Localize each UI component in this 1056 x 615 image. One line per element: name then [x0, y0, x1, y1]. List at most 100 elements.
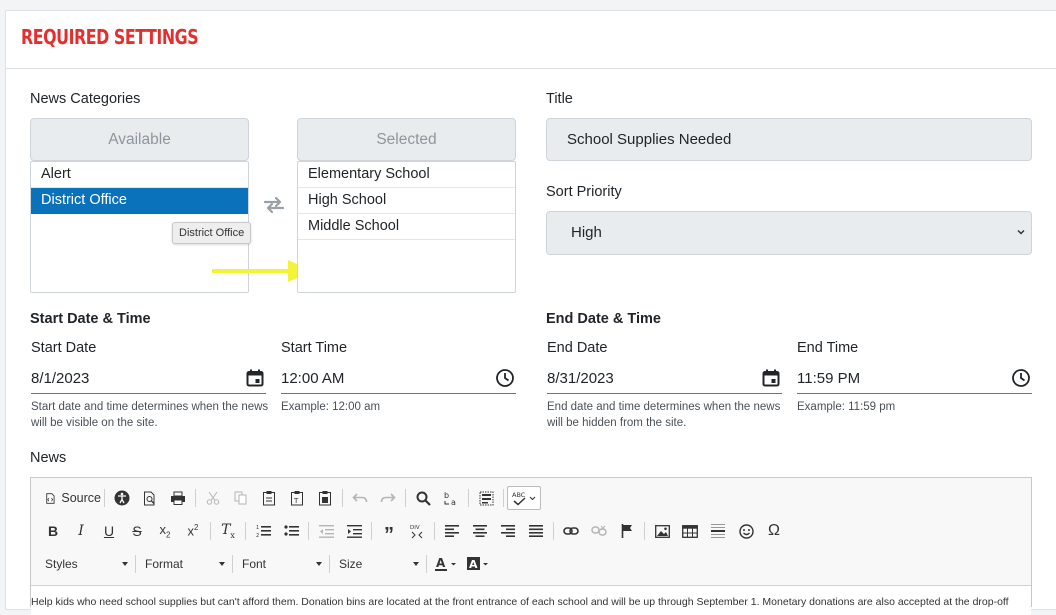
end-date-value: 8/31/2023	[547, 370, 614, 387]
print-button[interactable]	[164, 486, 192, 510]
item-tooltip: District Office	[172, 222, 252, 244]
copy-button[interactable]	[227, 486, 255, 510]
preview-button[interactable]	[136, 486, 164, 510]
bold-icon: B	[47, 523, 59, 539]
start-time-value: 12:00 AM	[281, 370, 345, 387]
select-all-icon	[479, 491, 493, 505]
bold-button[interactable]: B	[39, 519, 67, 543]
start-time-example: Example: 12:00 am	[281, 401, 381, 413]
sort-priority-select[interactable]: High	[546, 211, 1032, 255]
bullet-list-button[interactable]	[277, 519, 305, 543]
special-char-button[interactable]: Ω	[760, 519, 788, 543]
smiley-icon	[738, 523, 754, 539]
font-label: Font	[242, 557, 267, 571]
image-button[interactable]	[648, 519, 676, 543]
svg-text:T: T	[293, 497, 299, 505]
align-left-button[interactable]	[438, 519, 466, 543]
title-input[interactable]: School Supplies Needed	[546, 118, 1032, 161]
start-date-label: Start Date	[31, 340, 97, 356]
italic-button[interactable]: I	[67, 519, 95, 543]
selected-item-middle[interactable]: Middle School	[298, 214, 515, 240]
align-right-button[interactable]	[494, 519, 522, 543]
align-justify-icon	[529, 525, 543, 537]
start-time-input[interactable]: 12:00 AM	[281, 366, 516, 394]
size-label: Size	[339, 557, 363, 571]
align-center-button[interactable]	[466, 519, 494, 543]
selected-listbox[interactable]: Elementary School High School Middle Sch…	[297, 161, 516, 293]
start-date-input[interactable]: 8/1/2023	[31, 366, 266, 394]
styles-combo[interactable]: Styles	[39, 553, 132, 575]
chevron-down-icon	[1017, 229, 1025, 235]
remove-format-button[interactable]: Tx	[214, 519, 242, 543]
font-combo[interactable]: Font	[236, 553, 326, 575]
link-button[interactable]	[557, 519, 585, 543]
justify-button[interactable]	[522, 519, 550, 543]
selected-item-high[interactable]: High School	[298, 188, 515, 214]
horizontal-rule-button[interactable]	[704, 519, 732, 543]
swap-arrows-icon[interactable]	[262, 196, 286, 214]
table-button[interactable]	[676, 519, 704, 543]
table-icon	[682, 524, 698, 538]
underline-button[interactable]: U	[95, 519, 123, 543]
blockquote-button[interactable]: ”	[375, 519, 403, 546]
select-all-button[interactable]	[472, 486, 500, 510]
end-date-input[interactable]: 8/31/2023	[547, 366, 782, 394]
indent-icon	[346, 525, 362, 538]
spellcheck-button[interactable]: ABC	[507, 486, 541, 510]
format-combo[interactable]: Format	[139, 553, 229, 575]
search-icon	[416, 491, 431, 506]
undo-button[interactable]	[346, 486, 374, 510]
paste-word-button[interactable]	[311, 486, 339, 510]
accessibility-button[interactable]	[108, 486, 136, 510]
title-label: Title	[546, 91, 573, 107]
anchor-button[interactable]	[613, 519, 641, 543]
selected-item-elementary[interactable]: Elementary School	[298, 162, 515, 188]
end-time-example: Example: 11:59 pm	[797, 401, 896, 413]
size-combo[interactable]: Size	[333, 553, 423, 575]
source-label: Source	[61, 491, 101, 505]
source-button[interactable]: Source	[39, 486, 101, 510]
strikethrough-button[interactable]: S	[123, 519, 151, 543]
card-header: REQUIRED SETTINGS	[6, 11, 1056, 69]
redo-button[interactable]	[374, 486, 402, 510]
subscript-button[interactable]: x2	[151, 519, 179, 543]
numbered-list-button[interactable]: 12	[249, 519, 277, 543]
chevron-down-icon	[122, 562, 128, 566]
outdent-button[interactable]	[312, 519, 340, 543]
smiley-button[interactable]	[732, 519, 760, 543]
text-color-button[interactable]: A	[430, 552, 462, 576]
paste-word-icon	[319, 491, 331, 506]
numbered-list-icon: 12	[256, 525, 271, 538]
svg-text:A: A	[469, 558, 478, 571]
div-button[interactable]: DIV	[403, 519, 431, 543]
end-date-label: End Date	[547, 340, 608, 356]
clock-icon[interactable]	[495, 368, 515, 388]
accessibility-icon	[114, 490, 130, 506]
paste-button[interactable]	[255, 486, 283, 510]
styles-label: Styles	[45, 557, 78, 571]
start-help-text: Start date and time determines when the …	[31, 401, 269, 429]
calendar-icon[interactable]	[761, 368, 781, 388]
indent-button[interactable]	[340, 519, 368, 543]
spellcheck-icon: ABC	[512, 491, 536, 506]
superscript-button[interactable]: x2	[179, 519, 207, 543]
remove-format-icon: Tx	[221, 522, 235, 540]
available-item-district-office[interactable]: District Office	[31, 188, 248, 214]
calendar-icon[interactable]	[245, 368, 265, 388]
clock-icon[interactable]	[1011, 368, 1031, 388]
editor-content[interactable]: Help kids who need school supplies but c…	[31, 585, 1031, 615]
chevron-down-icon	[413, 562, 419, 566]
replace-button[interactable]: ba	[437, 486, 465, 510]
background-color-button[interactable]: A	[462, 552, 494, 576]
end-time-input[interactable]: 11:59 PM	[797, 366, 1032, 394]
cut-button[interactable]	[199, 486, 227, 510]
print-icon	[171, 491, 185, 505]
unlink-button[interactable]	[585, 519, 613, 543]
copy-icon	[234, 491, 247, 505]
paste-text-button[interactable]: T	[283, 486, 311, 510]
find-button[interactable]	[409, 486, 437, 510]
background-color-icon: A	[467, 557, 488, 571]
available-item-alert[interactable]: Alert	[31, 162, 248, 188]
end-time-value: 11:59 PM	[797, 370, 861, 387]
horizontal-rule-icon	[711, 524, 725, 538]
